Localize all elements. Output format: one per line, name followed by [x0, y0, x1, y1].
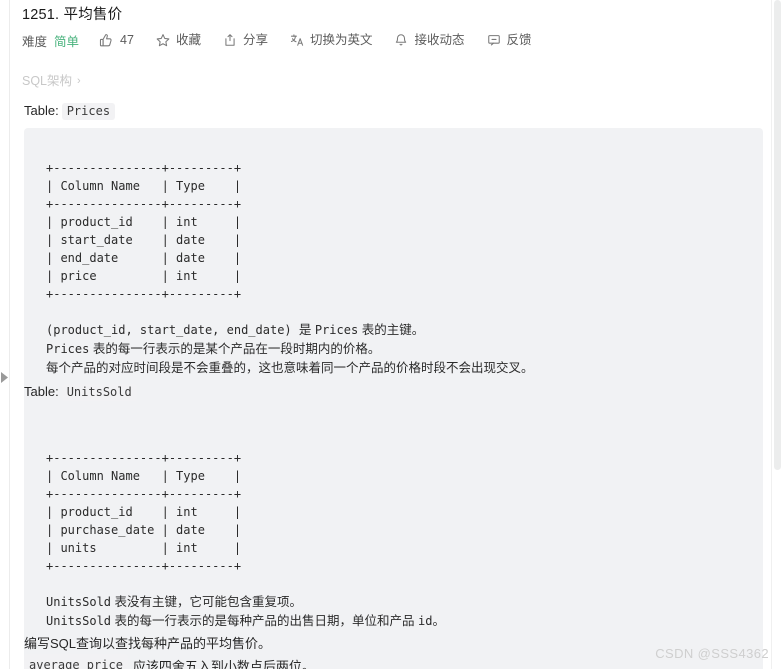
- average-price-code: average_price: [24, 654, 128, 669]
- unitssold-description: UnitsSold 表没有主键，它可能包含重复项。 UnitsSold 表的每一…: [46, 593, 747, 631]
- problem-prompt: 编写SQL查询以查找每种产品的平均售价。 average_price 应该四舍五入…: [24, 633, 624, 669]
- prompt-line-1: 编写SQL查询以查找每种产品的平均售价。: [24, 636, 272, 651]
- share-button[interactable]: 分享: [223, 30, 268, 50]
- table-name-unitssold: UnitsSold: [61, 384, 137, 401]
- prices-desc-key: (product_id, start_date, end_date): [46, 323, 299, 337]
- table-name-prices: Prices: [61, 103, 116, 120]
- sql-schema-label: SQL架构: [22, 74, 73, 88]
- prompt-line-2-text: 应该四舍五入到小数点后两位。: [132, 658, 315, 669]
- difficulty-label: 难度: [22, 34, 48, 49]
- subscribe-button[interactable]: 接收动态: [394, 30, 465, 50]
- favorite-label: 收藏: [175, 33, 201, 47]
- difficulty-value: 简单: [54, 34, 80, 49]
- thumbs-up-icon: [99, 33, 113, 47]
- page-title: 1251. 平均售价: [22, 7, 123, 23]
- table-caption-prefix: Table:: [24, 384, 59, 399]
- unitssold-desc2-table: UnitsSold: [46, 614, 112, 628]
- prompt-line-2: average_price 应该四舍五入到小数点后两位。: [24, 654, 624, 669]
- translate-label: 切换为英文: [309, 33, 373, 47]
- unitssold-desc1-table: UnitsSold: [46, 595, 112, 609]
- translate-icon: [290, 33, 304, 47]
- prices-desc-pk-tail: 表的主键。: [358, 323, 425, 337]
- share-label: 分享: [242, 33, 268, 47]
- prices-description: (product_id, start_date, end_date) 是 Pri…: [46, 321, 747, 378]
- collapse-caret-icon[interactable]: [1, 372, 9, 383]
- table-caption-prefix: Table:: [24, 103, 59, 118]
- like-button[interactable]: 47: [99, 30, 134, 50]
- csdn-watermark: CSDN @SSS4362: [655, 646, 769, 661]
- vertical-scrollbar-track[interactable]: [771, 0, 784, 669]
- problem-page: 1251. 平均售价 难度 简单 47 收藏 分享 切换为英文 接收动态 反馈 …: [0, 0, 784, 669]
- table-caption-unitssold: Table: UnitsSold: [24, 383, 137, 401]
- share-icon: [223, 33, 237, 47]
- ascii-table-prices: +---------------+---------+ | Column Nam…: [46, 161, 242, 301]
- prices-desc2-table: Prices: [46, 342, 90, 356]
- unitssold-desc2-tail: 。: [432, 614, 445, 628]
- problem-toolbar: 难度 简单 47 收藏 分享 切换为英文 接收动态 反馈: [22, 30, 532, 50]
- content-left-divider: [9, 0, 10, 669]
- star-icon: [156, 33, 170, 47]
- bell-icon: [394, 33, 408, 47]
- chevron-right-icon: ›: [77, 75, 81, 87]
- difficulty-badge: 难度 简单: [22, 30, 79, 50]
- unitssold-desc2-id: id: [417, 614, 433, 628]
- unitssold-desc1-text: 表没有主键，它可能包含重复项。: [111, 595, 303, 609]
- feedback-button[interactable]: 反馈: [487, 30, 532, 50]
- feedback-icon: [487, 33, 501, 47]
- like-count: 47: [120, 33, 134, 47]
- subscribe-label: 接收动态: [414, 33, 465, 47]
- table-caption-prices: Table: Prices: [24, 102, 116, 120]
- unitssold-desc2-text: 表的每一行表示的是每种产品的出售日期，单位和产品: [111, 614, 418, 628]
- feedback-label: 反馈: [506, 33, 532, 47]
- prices-desc3-text: 每个产品的对应时间段是不会重叠的，这也意味着同一个产品的价格时段不会出现交叉。: [46, 361, 534, 375]
- code-block-prices-schema: +---------------+---------+ | Column Nam…: [24, 128, 763, 426]
- code-block-unitssold-schema: +---------------+---------+ | Column Nam…: [24, 418, 763, 669]
- prices-desc-is: 是: [298, 323, 315, 337]
- translate-button[interactable]: 切换为英文: [290, 30, 373, 50]
- prices-desc2-text: 表的每一行表示的是某个产品在一段时期内的价格。: [89, 342, 381, 356]
- ascii-table-unitssold: +---------------+---------+ | Column Nam…: [46, 451, 242, 573]
- favorite-button[interactable]: 收藏: [156, 30, 201, 50]
- vertical-scrollbar-thumb[interactable]: [774, 0, 781, 470]
- sql-schema-toggle[interactable]: SQL架构 ›: [22, 72, 81, 90]
- prices-desc-table: Prices: [314, 323, 359, 337]
